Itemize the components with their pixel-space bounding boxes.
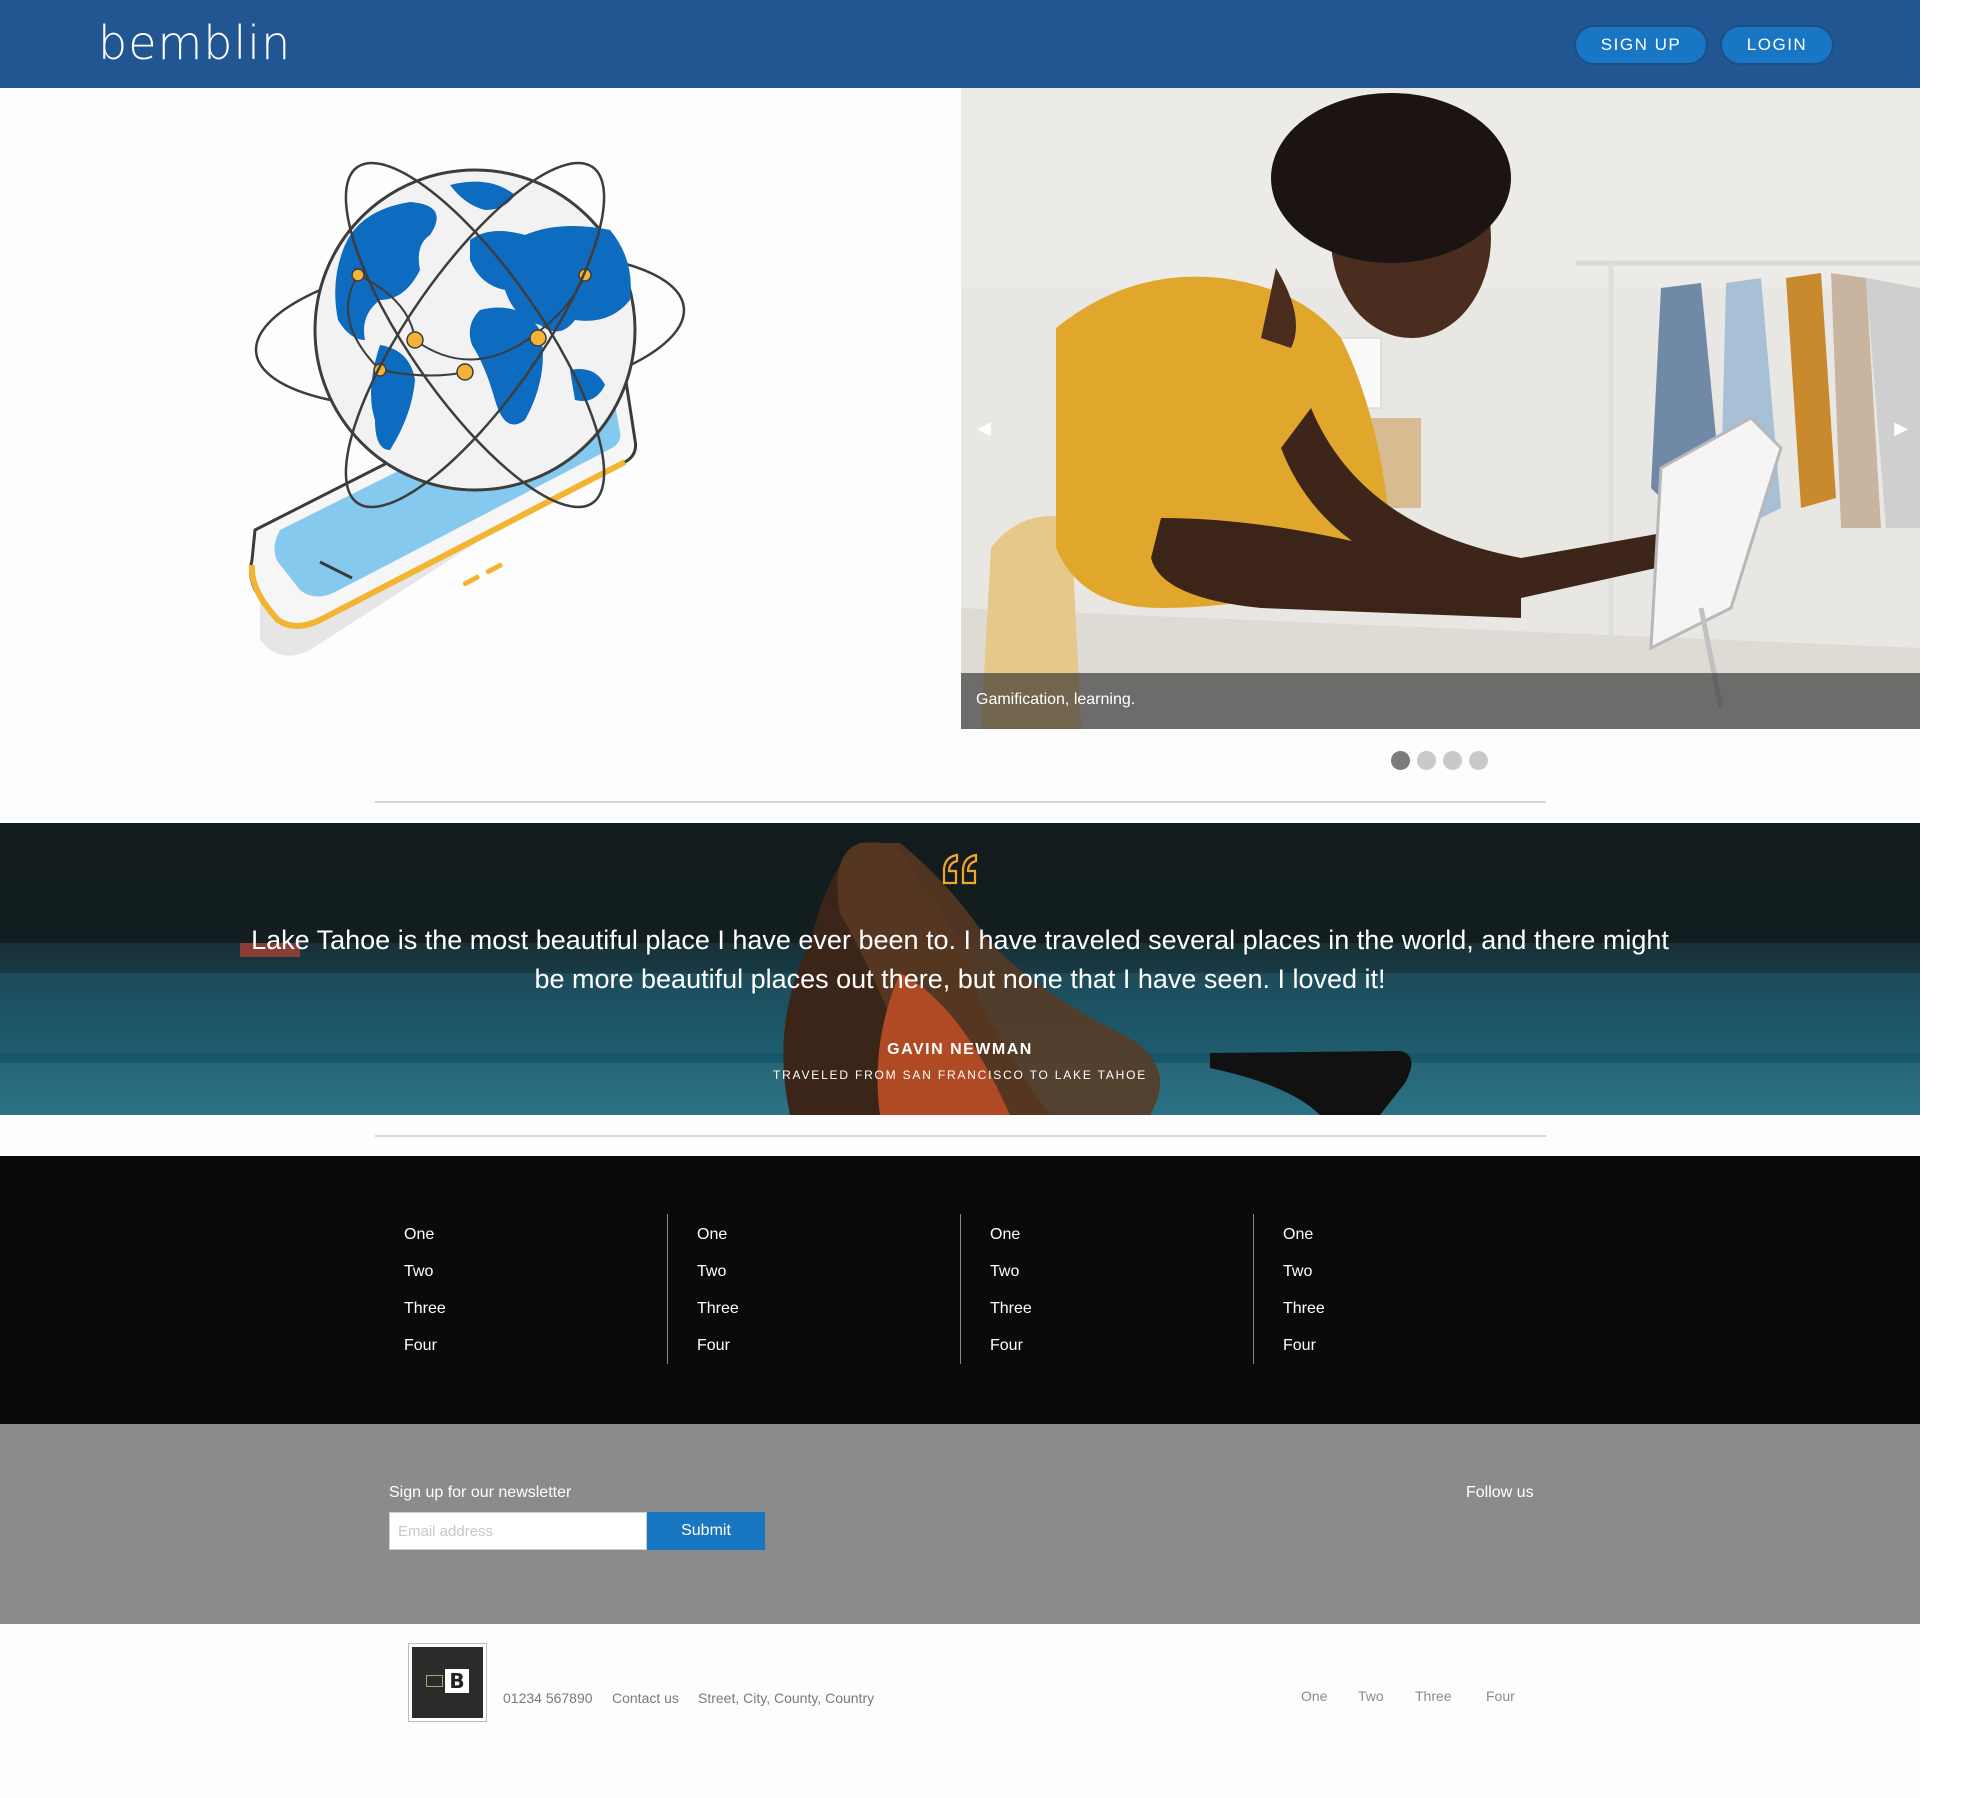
login-button[interactable]: LOGIN bbox=[1720, 25, 1834, 65]
footer-link-four[interactable]: Four bbox=[1283, 1337, 1545, 1374]
footer-link-one[interactable]: One bbox=[404, 1226, 667, 1263]
section-divider bbox=[375, 1135, 1546, 1137]
footer-link-three[interactable]: Three bbox=[404, 1300, 667, 1337]
footer-contact-link[interactable]: Contact us bbox=[612, 1690, 679, 1706]
newsletter-label: Sign up for our newsletter bbox=[389, 1484, 572, 1501]
testimonial-quote: Lake Tahoe is the most beautiful place I… bbox=[251, 925, 1669, 994]
newsletter-section: Sign up for our newsletter Submit Follow… bbox=[0, 1424, 1920, 1624]
page: bemblin SIGN UP LOGIN ◀ ▶ Gamification, … bbox=[0, 0, 1920, 1798]
link-column-4: One Two Three Four bbox=[1253, 1214, 1545, 1364]
footer-logo-letter: B bbox=[445, 1669, 469, 1693]
carousel-indicators bbox=[1391, 751, 1488, 770]
hero-carousel[interactable]: ◀ ▶ Gamification, learning. bbox=[961, 88, 1920, 729]
link-column-1: One Two Three Four bbox=[375, 1214, 667, 1364]
footer-link-four[interactable]: Four bbox=[404, 1337, 667, 1374]
footer-logo-mark: B bbox=[412, 1647, 483, 1718]
globe-on-phone-illustration bbox=[240, 150, 740, 670]
footer-link-one[interactable]: One bbox=[1283, 1226, 1545, 1263]
footer-link-four[interactable]: Four bbox=[697, 1337, 959, 1374]
footer-link-four[interactable]: Four bbox=[990, 1337, 1252, 1374]
sign-up-button[interactable]: SIGN UP bbox=[1574, 25, 1708, 65]
carousel-caption: Gamification, learning. bbox=[976, 691, 1136, 708]
carousel-next-icon[interactable]: ▶ bbox=[1894, 418, 1908, 439]
testimonial-subtitle: TRAVELED FROM SAN FRANCISCO TO LAKE TAHO… bbox=[772, 1068, 1148, 1082]
link-column-2: One Two Three Four bbox=[667, 1214, 959, 1364]
footer-link-two[interactable]: Two bbox=[1283, 1263, 1545, 1300]
footer-link-one[interactable]: One bbox=[697, 1226, 959, 1263]
carousel-dot-3[interactable] bbox=[1443, 751, 1462, 770]
footer-bottom-link-four[interactable]: Four bbox=[1486, 1688, 1515, 1704]
quote-icon bbox=[942, 853, 978, 885]
section-divider bbox=[375, 801, 1546, 803]
email-field[interactable] bbox=[389, 1512, 647, 1550]
footer-link-columns: One Two Three Four One Two Three Four On… bbox=[0, 1156, 1920, 1424]
carousel-photo bbox=[961, 88, 1920, 729]
footer-logo-graphic bbox=[426, 1675, 443, 1687]
testimonial-section: Lake Tahoe is the most beautiful place I… bbox=[0, 823, 1920, 1115]
footer-bottom-link-two[interactable]: Two bbox=[1358, 1688, 1384, 1704]
carousel-dot-4[interactable] bbox=[1469, 751, 1488, 770]
footer-link-three[interactable]: Three bbox=[990, 1300, 1252, 1337]
footer-link-three[interactable]: Three bbox=[697, 1300, 959, 1337]
footer-bottom-link-one[interactable]: One bbox=[1301, 1688, 1327, 1704]
top-nav-bar: bemblin SIGN UP LOGIN bbox=[0, 0, 1920, 88]
link-column-3: One Two Three Four bbox=[960, 1214, 1252, 1364]
carousel-prev-icon[interactable]: ◀ bbox=[977, 418, 991, 439]
footer-link-two[interactable]: Two bbox=[404, 1263, 667, 1300]
footer-bottom-link-three[interactable]: Three bbox=[1415, 1688, 1452, 1704]
carousel-dot-1[interactable] bbox=[1391, 751, 1410, 770]
footer-link-one[interactable]: One bbox=[990, 1226, 1252, 1263]
carousel-dot-2[interactable] bbox=[1417, 751, 1436, 770]
bottom-footer-bar: B 01234 567890 Contact us Street, City, … bbox=[0, 1624, 1920, 1744]
footer-link-three[interactable]: Three bbox=[1283, 1300, 1545, 1337]
brand-logo[interactable]: bemblin bbox=[98, 16, 291, 70]
testimonial-author: GAVIN NEWMAN bbox=[887, 1041, 1033, 1058]
submit-button[interactable]: Submit bbox=[647, 1512, 765, 1550]
footer-link-two[interactable]: Two bbox=[990, 1263, 1252, 1300]
follow-us-label: Follow us bbox=[1466, 1484, 1534, 1501]
footer-phone: 01234 567890 bbox=[503, 1690, 593, 1706]
footer-logo[interactable]: B bbox=[408, 1643, 487, 1722]
carousel-caption-bar: Gamification, learning. bbox=[961, 673, 1920, 729]
footer-address: Street, City, County, Country bbox=[698, 1690, 875, 1706]
footer-link-two[interactable]: Two bbox=[697, 1263, 959, 1300]
